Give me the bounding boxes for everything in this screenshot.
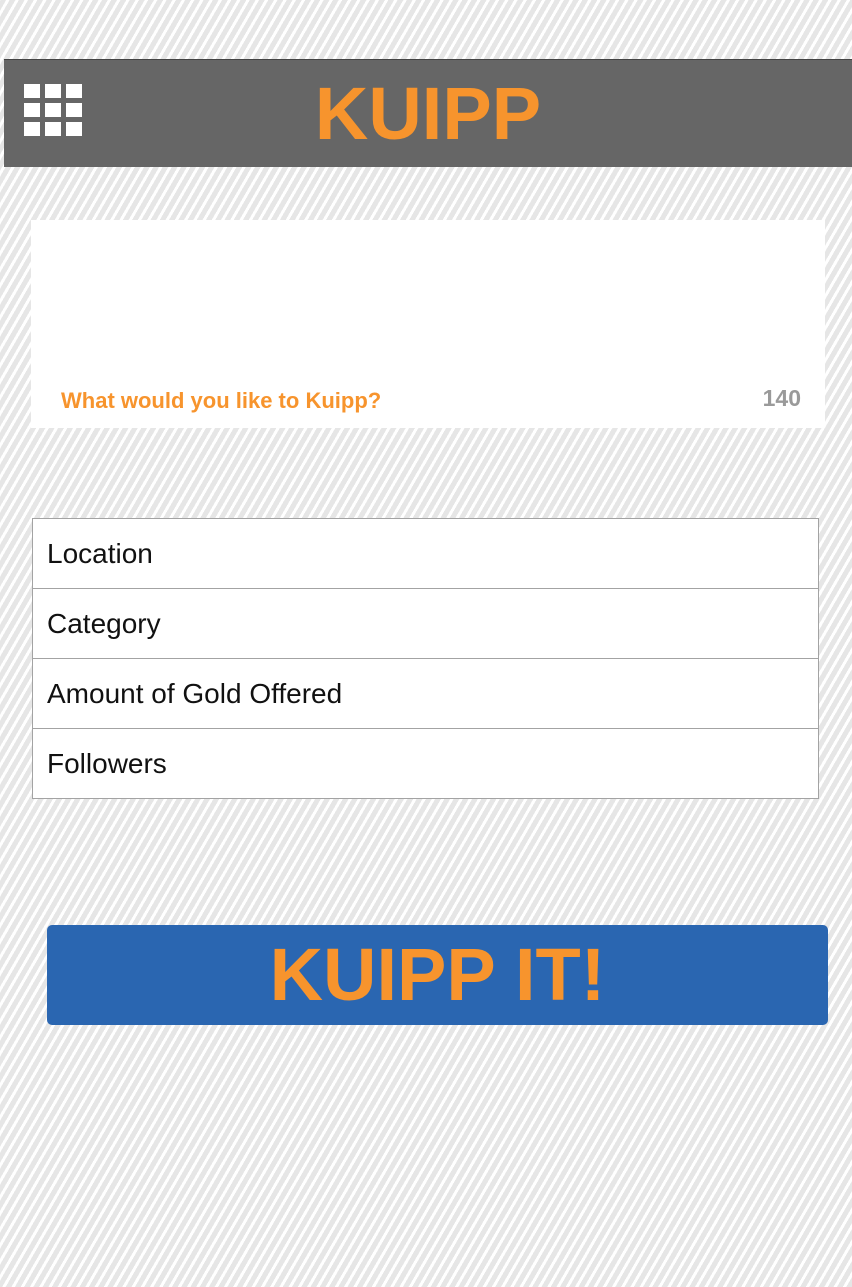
option-category[interactable]: Category <box>33 589 818 659</box>
app-header: KUIPP <box>4 59 852 167</box>
option-followers[interactable]: Followers <box>33 729 818 798</box>
app-title: KUIPP <box>314 72 542 155</box>
compose-textarea[interactable]: What would you like to Kuipp? 140 <box>31 220 825 428</box>
compose-placeholder: What would you like to Kuipp? <box>61 388 382 413</box>
kuipp-it-button[interactable]: KUIPP IT! <box>47 925 828 1025</box>
options-list: Location Category Amount of Gold Offered… <box>32 518 819 799</box>
option-location[interactable]: Location <box>33 519 818 589</box>
character-counter: 140 <box>762 385 801 411</box>
option-gold-offered[interactable]: Amount of Gold Offered <box>33 659 818 729</box>
